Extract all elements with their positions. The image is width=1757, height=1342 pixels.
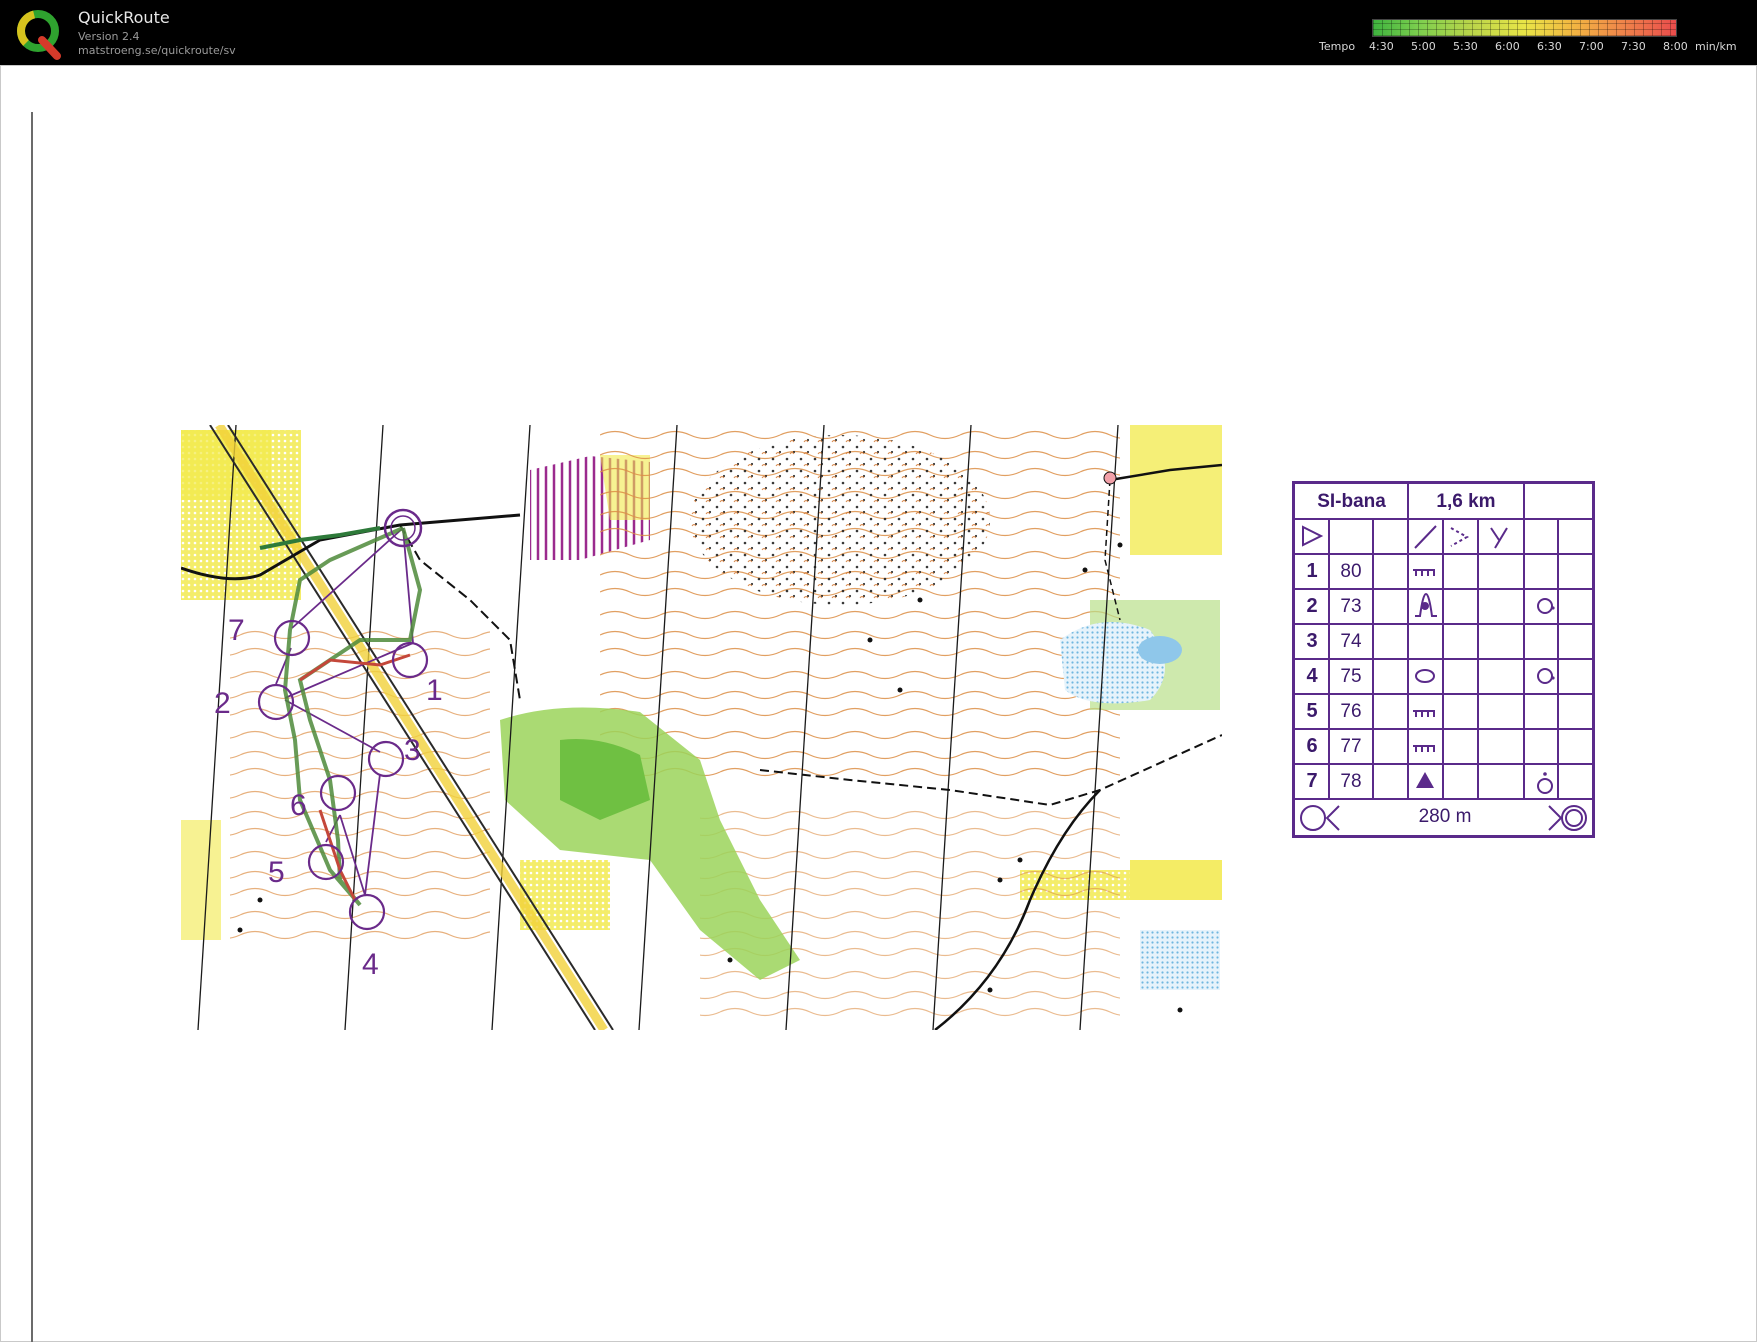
triangle-icon — [1416, 772, 1434, 788]
course-name: SI-bana — [1317, 491, 1386, 512]
top-circle-icon — [1537, 778, 1553, 794]
boulder-dot-icon — [1421, 602, 1429, 610]
control-row-number: 2 — [1306, 595, 1318, 617]
control-row-number: 6 — [1306, 735, 1318, 757]
direction-line-icon — [1414, 525, 1437, 549]
control-row-number: 4 — [1306, 665, 1318, 687]
control-row-code: 74 — [1340, 631, 1362, 652]
finish-arrow-icon — [1548, 805, 1563, 831]
finish-distance: 280 m — [1418, 806, 1472, 827]
control-row-code: 80 — [1340, 561, 1362, 582]
control-number: 2 — [214, 687, 231, 720]
control-row-number: 7 — [1306, 770, 1318, 792]
control-number: 3 — [404, 734, 421, 767]
start-triangle-icon — [1302, 525, 1324, 547]
depression-icon — [1415, 669, 1435, 683]
control-number: 7 — [228, 614, 245, 647]
control-description-sheet: SI-bana 1,6 km 1 80 2 73 3 74 4 75 5 76 … — [1292, 481, 1595, 838]
control-row-number: 1 — [1306, 560, 1318, 582]
earth-bank-icon — [1413, 710, 1435, 717]
control-row-code: 76 — [1340, 701, 1362, 722]
side-circle-icon — [1537, 598, 1553, 614]
finish-circle-icon — [1300, 805, 1326, 831]
control-number: 6 — [290, 789, 307, 822]
control-row-number: 3 — [1306, 630, 1318, 652]
control-row-code: 77 — [1340, 736, 1362, 757]
control-number: 5 — [268, 856, 285, 889]
y-symbol-icon — [1490, 527, 1508, 549]
map-image: 1 2 3 4 5 6 7 — [181, 425, 1222, 1030]
control-row-code: 75 — [1340, 666, 1362, 687]
control-row-code: 78 — [1340, 771, 1362, 792]
side-circle-icon — [1537, 668, 1553, 684]
control-number: 1 — [426, 674, 443, 707]
earth-bank-icon — [1413, 745, 1435, 752]
finish-arrow-icon — [1325, 805, 1340, 831]
control-row-number: 5 — [1306, 700, 1318, 722]
control-row-code: 73 — [1340, 596, 1362, 617]
marsh-area — [1060, 622, 1165, 704]
chevron-dotted-icon — [1450, 527, 1470, 547]
earth-bank-icon — [1413, 569, 1435, 576]
course-length: 1,6 km — [1436, 491, 1496, 512]
control-number: 4 — [362, 948, 379, 981]
